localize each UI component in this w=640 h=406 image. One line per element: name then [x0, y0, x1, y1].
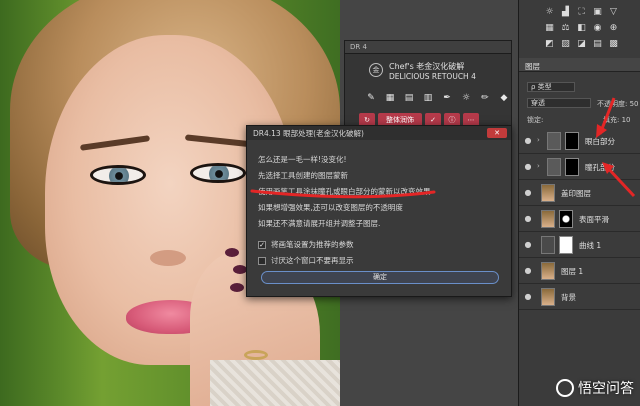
pen-icon[interactable]: ✒	[441, 93, 453, 103]
layer-mask-thumbnail[interactable]	[565, 132, 579, 150]
group-expand-arrow-icon[interactable]: ›	[537, 162, 540, 170]
layer-filter-select[interactable]: ρ 类型	[527, 82, 575, 92]
dialog-message-2: 先选择工具创建的图层蒙新	[258, 171, 348, 180]
lock-label: 锁定:	[527, 116, 544, 124]
photo-eye-right	[190, 163, 246, 183]
layer-name: 背景	[561, 293, 576, 302]
adjustments-icon-grid: ☼ ▟ ⛶ ▣ ▽ ▦ ⚖ ◧ ◉ ⊕ ◩ ▨ ◪ ▤ ▩	[519, 0, 640, 56]
layer-visibility-eye-icon[interactable]: ●	[523, 188, 533, 198]
diamond-icon[interactable]: ◆	[498, 93, 510, 103]
layer-row-eye-white[interactable]: ● › 眼白部分	[519, 128, 640, 154]
dr4-brand-line1: Chef's 老金汉化破解	[389, 62, 465, 71]
layer-row-pupil[interactable]: ● › 瞳孔部分	[519, 154, 640, 180]
layer-name: 图层 1	[561, 267, 584, 276]
lock-row: 锁定: 填充: 10	[519, 112, 640, 126]
right-panel-column: ☼ ▟ ⛶ ▣ ▽ ▦ ⚖ ◧ ◉ ⊕ ◩ ▨ ◪ ▤ ▩ 图层 ρ 类型 穿透…	[518, 0, 640, 406]
vibrance-icon[interactable]: ▽	[609, 8, 618, 17]
blend-row: 穿透 不透明度: 50	[519, 96, 640, 110]
dialog-message-3: 使用画笔工具涂抹瞳孔或眼白部分的蒙新以改变效果	[258, 187, 431, 196]
checkbox-checked-icon[interactable]: ✓	[258, 240, 266, 249]
layer-visibility-eye-icon[interactable]: ●	[523, 136, 533, 146]
dr4-tool-row: ✎ ▦ ▤ ▥ ✒ ☼ ✏ ◆	[365, 93, 510, 103]
dialog-message-4: 如果想增强效果,还可以改变图层的不透明度	[258, 203, 403, 212]
exposure-icon[interactable]: ▣	[593, 8, 602, 17]
photo-eye-left	[90, 165, 146, 185]
dialog-close-button[interactable]: ✕	[487, 128, 507, 138]
layer-mask-thumbnail[interactable]	[559, 236, 573, 254]
selective-color-icon[interactable]: ▩	[609, 40, 618, 49]
layers-tab[interactable]: 图层	[519, 58, 640, 72]
photo-ring	[244, 350, 268, 360]
layer-thumbnail[interactable]	[541, 210, 555, 228]
grid-icon[interactable]: ▥	[422, 93, 434, 103]
watermark: 悟空问答	[556, 378, 634, 398]
dialog-message-5: 如果还不满意请展开组并调整子图层.	[258, 219, 381, 228]
layer-visibility-eye-icon[interactable]: ●	[523, 214, 533, 224]
curves-icon[interactable]: ⛶	[577, 8, 586, 17]
layer-thumbnail[interactable]	[541, 262, 555, 280]
layer-visibility-eye-icon[interactable]: ●	[523, 162, 533, 172]
posterize-icon[interactable]: ▨	[561, 40, 570, 49]
layer-name: 盖印图层	[561, 189, 591, 198]
eye-processing-dialog[interactable]: DR4.13 眼部处理(老金汉化破解) ✕ 怎么还是一毛一样!没变化! 先选择工…	[246, 125, 512, 297]
photo-nail	[230, 283, 244, 292]
watermark-text: 悟空问答	[578, 381, 634, 397]
photo-shirt	[210, 360, 340, 406]
wukong-logo-icon	[556, 379, 574, 397]
layer-row-surface-smooth[interactable]: ● 表面平滑	[519, 206, 640, 232]
dialog-checkbox-brush-settings[interactable]: ✓ 将画笔设置为推荐的参数	[258, 239, 354, 250]
layer-name: 表面平滑	[579, 215, 609, 224]
layer-row-background[interactable]: ● 背景	[519, 284, 640, 310]
photo-nail	[225, 248, 239, 257]
layer-name: 瞳孔部分	[585, 163, 615, 172]
layer-row-curves[interactable]: ● 曲线 1	[519, 232, 640, 258]
folder-icon	[547, 132, 561, 150]
dr4-brand-line2: DELICIOUS RETOUCH 4	[389, 72, 476, 81]
layer-visibility-eye-icon[interactable]: ●	[523, 240, 533, 250]
curves-adjustment-icon[interactable]	[541, 236, 555, 254]
brush-icon[interactable]: ✎	[365, 93, 377, 103]
dialog-checkbox-dont-show[interactable]: 讨厌这个窗口不要再显示	[258, 255, 354, 266]
checkbox-unchecked-icon[interactable]	[258, 256, 266, 265]
brightness-icon[interactable]: ☼	[545, 8, 554, 17]
dialog-ok-button[interactable]: 确定	[261, 271, 499, 284]
layer-mask-thumbnail[interactable]	[559, 210, 573, 228]
sun-icon[interactable]: ☼	[460, 93, 472, 103]
gradient-map-icon[interactable]: ▤	[593, 40, 602, 49]
invert-icon[interactable]: ◩	[545, 40, 554, 49]
mixer-icon[interactable]: ⊕	[609, 24, 618, 33]
checkbox-label: 讨厌这个窗口不要再显示	[271, 256, 354, 265]
folder-icon	[547, 158, 561, 176]
layer-row-layer1[interactable]: ● 图层 1	[519, 258, 640, 284]
layer-thumbnail[interactable]	[541, 288, 555, 306]
layers-filter-row: ρ 类型	[519, 80, 640, 94]
camera-icon[interactable]: ◉	[593, 24, 602, 33]
photo-nose	[150, 250, 186, 266]
pencil-icon[interactable]: ✏	[479, 93, 491, 103]
hue-icon[interactable]: ▦	[545, 24, 554, 33]
opacity-field[interactable]: 不透明度: 50	[597, 99, 639, 109]
layer-visibility-eye-icon[interactable]: ●	[523, 292, 533, 302]
checkbox-label: 将画笔设置为推荐的参数	[271, 240, 354, 249]
eraser-icon[interactable]: ▦	[384, 93, 396, 103]
layer-row-stamp[interactable]: ● 盖印图层	[519, 180, 640, 206]
dialog-title[interactable]: DR4.13 眼部处理(老金汉化破解)	[247, 126, 511, 140]
layer-visibility-eye-icon[interactable]: ●	[523, 266, 533, 276]
group-expand-arrow-icon[interactable]: ›	[537, 136, 540, 144]
layer-name: 眼白部分	[585, 137, 615, 146]
photo-nail	[233, 265, 247, 274]
film-icon[interactable]: ▤	[403, 93, 415, 103]
levels-icon[interactable]: ▟	[561, 8, 570, 17]
blend-mode-select[interactable]: 穿透	[527, 98, 591, 108]
dr4-logo-icon: 金	[369, 63, 383, 77]
bw-icon[interactable]: ◧	[577, 24, 586, 33]
dialog-message-1: 怎么还是一毛一样!没变化!	[258, 155, 347, 164]
layer-name: 曲线 1	[579, 241, 602, 250]
fill-field[interactable]: 填充: 10	[603, 115, 631, 125]
threshold-icon[interactable]: ◪	[577, 40, 586, 49]
layer-thumbnail[interactable]	[541, 184, 555, 202]
dr4-panel-title[interactable]: DR 4	[345, 41, 511, 54]
layer-mask-thumbnail[interactable]	[565, 158, 579, 176]
balance-icon[interactable]: ⚖	[561, 24, 570, 33]
